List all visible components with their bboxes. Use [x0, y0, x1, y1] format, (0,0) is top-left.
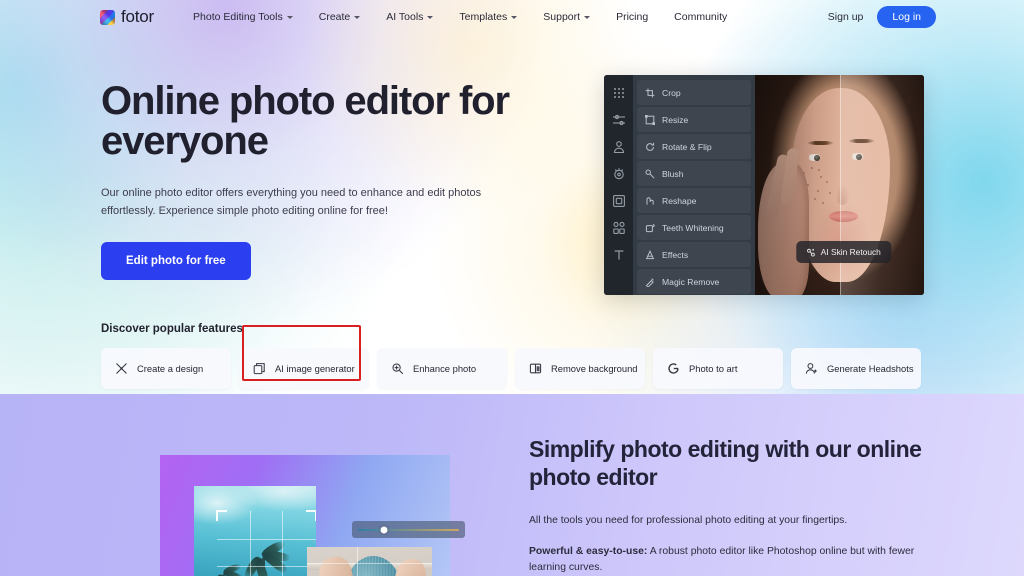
feature-card-label: Generate Headshots	[827, 363, 914, 375]
nav-item-ai-tools[interactable]: AI Tools	[373, 7, 446, 27]
nav-label: AI Tools	[386, 11, 424, 23]
feature-card-remove-background[interactable]: Remove background	[515, 348, 645, 390]
lower-paragraph: All the tools you need for professional …	[529, 515, 848, 527]
lower-text-block: Simplify photo editing with our online p…	[529, 435, 949, 576]
fotor-logo-icon	[100, 9, 115, 25]
slider-knob[interactable]	[380, 526, 388, 533]
feature-card-ai-image-generator[interactable]: AI image generator	[239, 348, 369, 390]
headshots-icon	[805, 362, 818, 375]
feature-card-generate-headshots[interactable]: Generate Headshots	[791, 348, 921, 390]
nav-label: Pricing	[616, 11, 649, 23]
nav-label: Photo Editing Tools	[193, 11, 283, 23]
feature-card-label: Create a design	[137, 363, 204, 375]
logo[interactable]: fotor	[100, 7, 154, 27]
feature-cards-row: Create a design AI image generator Enhan…	[101, 348, 1024, 390]
crop-handle-tl[interactable]	[216, 510, 227, 521]
login-button[interactable]: Log in	[877, 6, 936, 28]
hero-content: Online photo editor for everyone Our onl…	[0, 79, 1024, 281]
nav-links: Photo Editing Tools Create AI Tools Temp…	[180, 7, 740, 27]
navbar: fotor Photo Editing Tools Create AI Tool…	[0, 0, 1024, 34]
nav-item-community[interactable]: Community	[661, 7, 740, 27]
nav-label: Support	[543, 11, 581, 23]
features-heading: Discover popular features	[101, 323, 243, 336]
nav-item-photo-editing-tools[interactable]: Photo Editing Tools	[180, 7, 306, 27]
collage-ball-photo	[307, 547, 432, 576]
lower-paragraph-2: Powerful & easy-to-use: A robust photo e…	[529, 544, 949, 576]
photo-collage	[160, 455, 465, 576]
enhance-icon	[391, 362, 404, 375]
crop-handle-tr[interactable]	[306, 510, 316, 521]
nav-item-support[interactable]: Support	[530, 7, 603, 27]
remove-bg-icon	[529, 362, 542, 375]
nav-label: Community	[674, 11, 728, 23]
chevron-down-icon	[427, 16, 434, 19]
nav-label: Templates	[459, 11, 508, 23]
feature-card-label: Enhance photo	[413, 363, 477, 375]
hero-subtitle: Our online photo editor offers everythin…	[101, 187, 482, 218]
adjustment-slider[interactable]	[352, 521, 465, 538]
feature-card-label: Photo to art	[689, 363, 738, 375]
feature-card-label: Remove background	[551, 363, 638, 375]
lower-bold-lead: Powerful & easy-to-use:	[529, 545, 648, 557]
design-icon	[115, 362, 128, 375]
signup-link[interactable]: Sign up	[828, 11, 864, 23]
feature-card-create-a-design[interactable]: Create a design	[101, 348, 231, 390]
feature-card-label: AI image generator	[275, 363, 355, 375]
chevron-down-icon	[286, 16, 293, 19]
feature-card-photo-to-art[interactable]: Photo to art	[653, 348, 783, 390]
nav-label: Create	[318, 11, 351, 23]
nav-actions: Sign up Log in	[828, 6, 936, 28]
nav-item-pricing[interactable]: Pricing	[603, 7, 661, 27]
hero-section: fotor Photo Editing Tools Create AI Tool…	[0, 0, 1024, 394]
feature-card-enhance-photo[interactable]: Enhance photo	[377, 348, 507, 390]
collage-photo2-grid	[307, 547, 432, 576]
edit-photo-for-free-button[interactable]: Edit photo for free	[101, 242, 251, 281]
lower-heading: Simplify photo editing with our online p…	[529, 436, 922, 491]
hero-title: Online photo editor for everyone	[101, 79, 510, 163]
lower-section: Simplify photo editing with our online p…	[0, 394, 1024, 576]
chevron-down-icon	[584, 16, 591, 19]
slider-track[interactable]	[358, 526, 459, 533]
ai-image-icon	[253, 362, 266, 375]
crop-grid-overlay[interactable]	[216, 510, 316, 576]
popular-features-section: Discover popular features Create a desig…	[0, 323, 1024, 390]
nav-item-create[interactable]: Create	[306, 7, 374, 27]
nav-item-templates[interactable]: Templates	[446, 7, 530, 27]
logo-text: fotor	[121, 7, 155, 26]
collage-palm-photo	[194, 486, 316, 576]
chevron-down-icon	[354, 16, 361, 19]
photo-to-art-icon	[667, 362, 680, 375]
chevron-down-icon	[511, 16, 518, 19]
